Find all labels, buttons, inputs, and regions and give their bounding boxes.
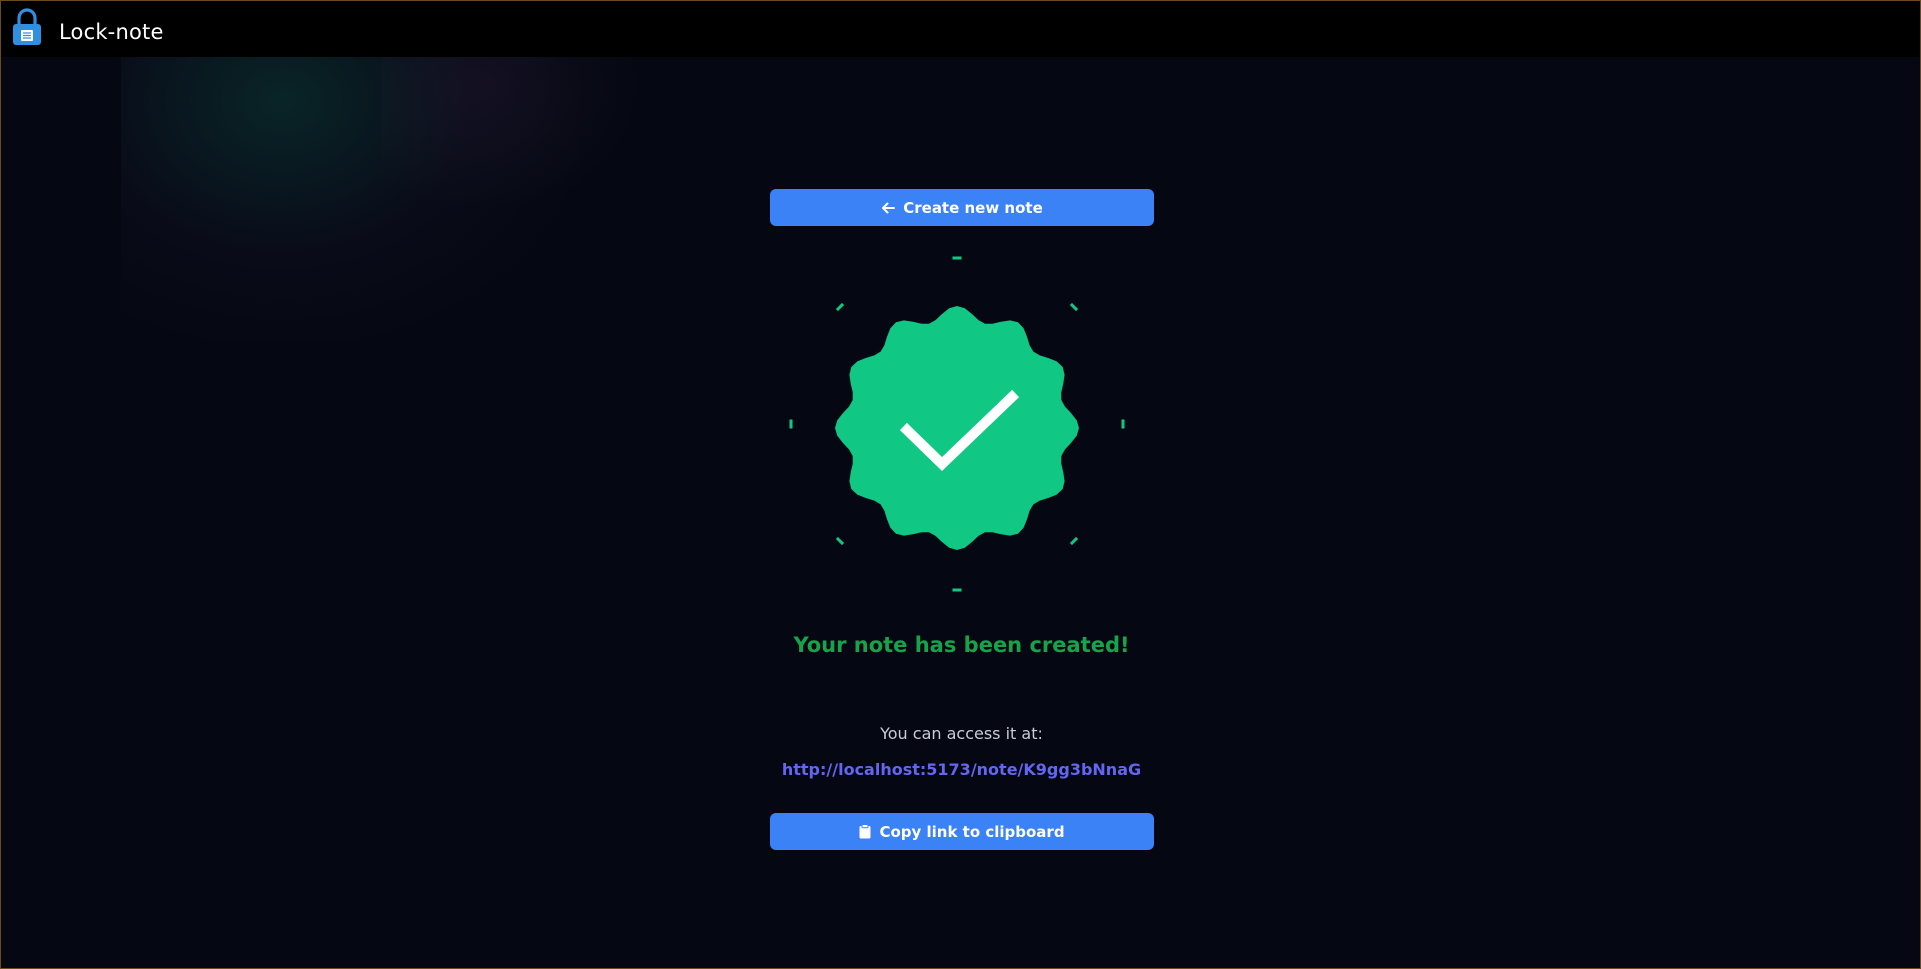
clipboard-icon bbox=[859, 824, 871, 839]
note-url-link: http://localhost:5173/note/K9gg3bNnaG bbox=[1, 760, 1920, 779]
create-new-note-button[interactable]: Create new note bbox=[770, 189, 1154, 226]
arrow-left-icon bbox=[882, 202, 896, 213]
access-label: You can access it at: bbox=[880, 724, 1043, 743]
padlock-icon[interactable] bbox=[12, 8, 42, 46]
background-glow bbox=[121, 41, 581, 341]
app-window: Lock-note Create new note Your note has … bbox=[0, 0, 1921, 969]
top-navbar: Lock-note bbox=[1, 1, 1920, 57]
copy-link-label: Copy link to clipboard bbox=[879, 822, 1065, 841]
verified-badge-check-icon bbox=[835, 306, 1079, 550]
copy-link-button[interactable]: Copy link to clipboard bbox=[770, 813, 1154, 850]
success-badge bbox=[789, 256, 1125, 592]
background-glow-secondary bbox=[381, 31, 641, 211]
create-new-note-label: Create new note bbox=[903, 198, 1043, 217]
success-message: Your note has been created! bbox=[793, 633, 1130, 657]
app-title[interactable]: Lock-note bbox=[59, 20, 164, 44]
note-url[interactable]: http://localhost:5173/note/K9gg3bNnaG bbox=[782, 760, 1141, 779]
